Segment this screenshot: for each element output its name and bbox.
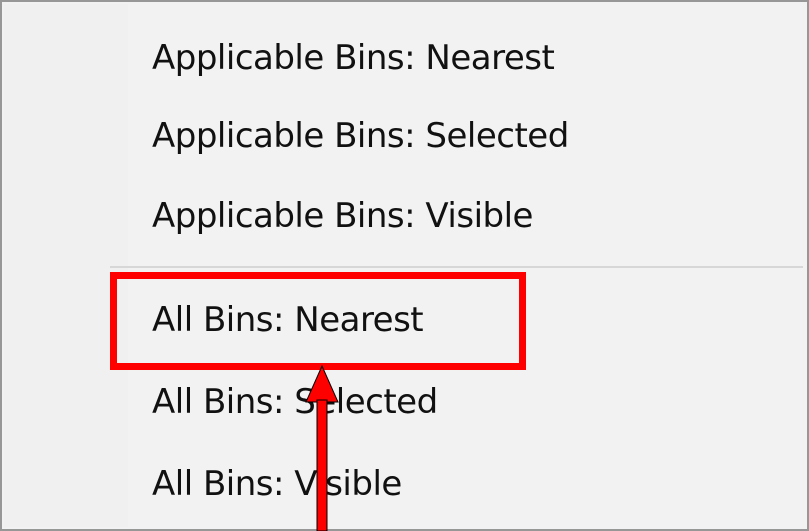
menu-item-applicable-bins-visible[interactable]: Applicable Bins: Visible — [152, 196, 533, 236]
menu-separator — [110, 266, 803, 268]
menu-item-all-bins-visible[interactable]: All Bins: Visible — [152, 464, 402, 504]
menu-item-all-bins-nearest[interactable]: All Bins: Nearest — [152, 300, 424, 340]
menu-item-all-bins-selected[interactable]: All Bins: Selected — [152, 382, 438, 422]
context-menu: Applicable Bins: Nearest Applicable Bins… — [0, 0, 809, 531]
menu-item-applicable-bins-selected[interactable]: Applicable Bins: Selected — [152, 116, 569, 156]
menu-item-applicable-bins-nearest[interactable]: Applicable Bins: Nearest — [152, 38, 555, 78]
